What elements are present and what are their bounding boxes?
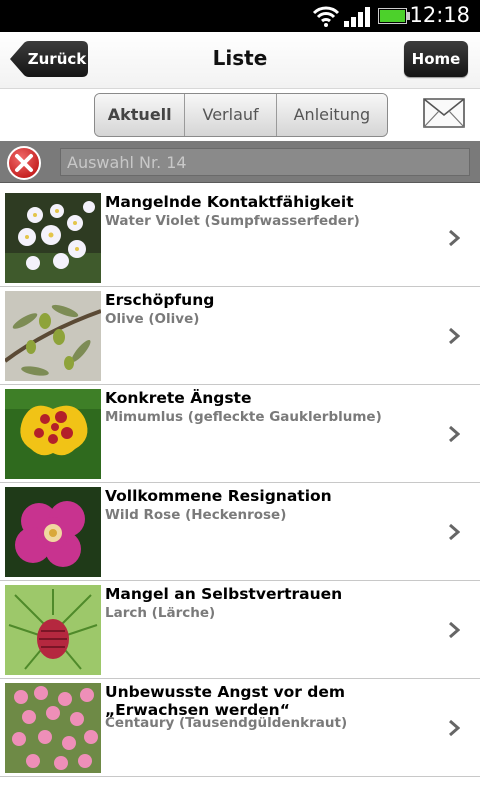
item-subtitle: Water Violet (Sumpfwasserfeder) bbox=[105, 213, 360, 229]
chevron-right-icon bbox=[449, 719, 460, 737]
item-title: Unbewusste Angst vor dem „Erwachsen werd… bbox=[105, 683, 346, 719]
list-item[interactable]: Mangelnde Kontaktfähigkeit Water Violet … bbox=[0, 189, 480, 287]
mail-icon[interactable] bbox=[422, 97, 466, 129]
larch-image bbox=[5, 585, 101, 675]
tab-aktuell[interactable]: Aktuell bbox=[95, 94, 186, 136]
list-item[interactable]: Erschöpfung Olive (Olive) bbox=[0, 287, 480, 385]
item-title: Erschöpfung bbox=[105, 291, 215, 309]
item-title: Mangel an Selbstvertrauen bbox=[105, 585, 343, 603]
mimulus-image bbox=[5, 389, 101, 479]
centaury-image bbox=[5, 683, 101, 773]
clear-icon[interactable] bbox=[6, 145, 42, 181]
wild-rose-image bbox=[5, 487, 101, 577]
chevron-right-icon bbox=[449, 327, 460, 345]
tab-anleitung[interactable]: Anleitung bbox=[276, 94, 387, 136]
item-title: Konkrete Ängste bbox=[105, 389, 252, 407]
clock: 12:18 bbox=[409, 3, 470, 27]
item-list: Mangelnde Kontaktfähigkeit Water Violet … bbox=[0, 189, 480, 777]
item-subtitle: Olive (Olive) bbox=[105, 311, 200, 327]
water-violet-image bbox=[5, 193, 101, 283]
search-input[interactable] bbox=[60, 148, 470, 176]
tab-verlauf[interactable]: Verlauf bbox=[185, 94, 277, 136]
list-item[interactable]: Unbewusste Angst vor dem „Erwachsen werd… bbox=[0, 679, 480, 777]
signal-icon bbox=[344, 7, 370, 27]
wifi-icon bbox=[312, 6, 340, 27]
chevron-right-icon bbox=[449, 425, 460, 443]
list-item[interactable]: Mangel an Selbstvertrauen Larch (Lärche) bbox=[0, 581, 480, 679]
item-title: Vollkommene Resignation bbox=[105, 487, 332, 505]
chevron-right-icon bbox=[449, 523, 460, 541]
item-subtitle: Wild Rose (Heckenrose) bbox=[105, 507, 287, 523]
item-subtitle: Mimumlus (gefleckte Gauklerblume) bbox=[105, 409, 382, 425]
chevron-right-icon bbox=[449, 621, 460, 639]
home-button[interactable]: Home bbox=[404, 41, 468, 77]
battery-icon bbox=[378, 8, 410, 24]
selection-bar bbox=[0, 141, 480, 183]
segmented-control: Aktuell Verlauf Anleitung bbox=[94, 93, 388, 137]
item-title: Mangelnde Kontaktfähigkeit bbox=[105, 193, 354, 211]
item-subtitle: Centaury (Tausendgüldenkraut) bbox=[105, 715, 348, 731]
olive-image bbox=[5, 291, 101, 381]
title-bar: Zurück Liste Home bbox=[0, 32, 480, 89]
status-bar: 12:18 bbox=[0, 0, 480, 32]
list-item[interactable]: Vollkommene Resignation Wild Rose (Hecke… bbox=[0, 483, 480, 581]
chevron-right-icon bbox=[449, 229, 460, 247]
tab-bar: Aktuell Verlauf Anleitung bbox=[0, 89, 480, 141]
item-subtitle: Larch (Lärche) bbox=[105, 605, 216, 621]
list-item[interactable]: Konkrete Ängste Mimumlus (gefleckte Gauk… bbox=[0, 385, 480, 483]
